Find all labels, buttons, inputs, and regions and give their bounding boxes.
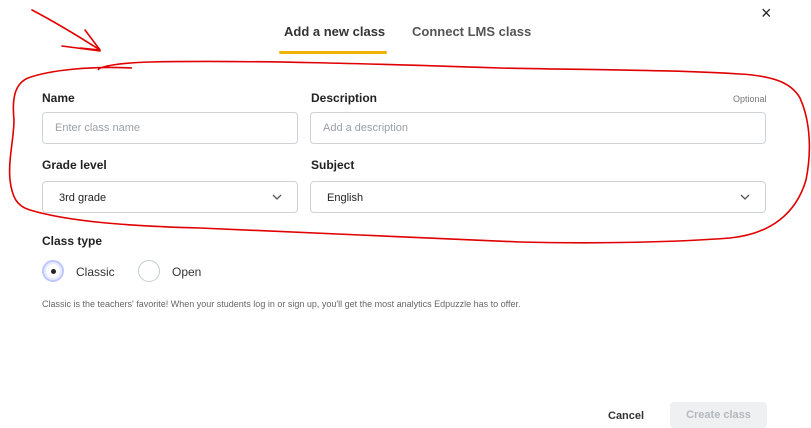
red-annotation-overlay [8,9,811,244]
name-label: Name [42,91,75,105]
class-name-input[interactable] [42,112,298,144]
grade-level-value: 3rd grade [59,192,107,204]
subject-select[interactable]: English [310,181,766,213]
chevron-down-icon [272,194,282,200]
subject-label: Subject [311,158,355,172]
tab-add-new-class[interactable]: Add a new class [284,24,385,39]
class-type-label: Class type [42,234,103,248]
description-label: Description [311,91,378,105]
cancel-button[interactable]: Cancel [608,410,644,422]
radio-classic-label[interactable]: Classic [76,265,115,279]
radio-open-label[interactable]: Open [172,265,201,279]
subject-value: English [327,192,364,204]
grade-level-select[interactable]: 3rd grade [42,181,298,213]
close-icon[interactable]: × [761,4,772,22]
description-input[interactable] [310,112,766,144]
radio-unchecked-icon[interactable] [138,260,160,282]
tab-bar: Add a new class Connect LMS class [0,24,811,54]
optional-tag: Optional [733,94,767,104]
radio-checked-icon[interactable] [42,260,64,282]
tab-connect-lms-class[interactable]: Connect LMS class [412,24,531,39]
create-class-button[interactable]: Create class [670,402,767,428]
active-tab-indicator [279,51,387,54]
grade-level-label: Grade level [42,158,107,172]
annotation-circle [8,60,811,244]
chevron-down-icon [740,194,750,200]
class-type-hint: Classic is the teachers' favorite! When … [42,299,521,309]
